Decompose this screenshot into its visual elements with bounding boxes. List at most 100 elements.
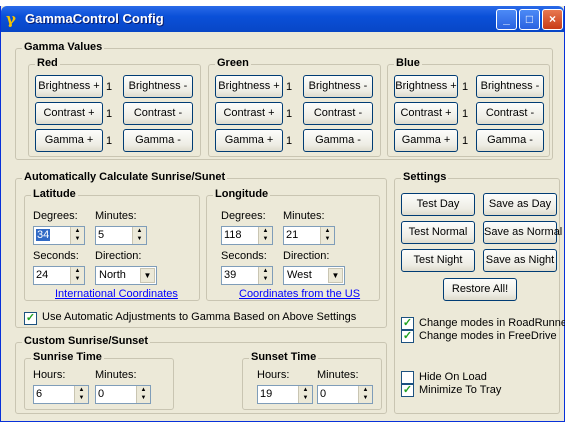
lon-seconds-label: Seconds:	[221, 250, 267, 262]
lon-seconds-value: 39	[224, 269, 237, 281]
red-group: Red Brightness + 1 Brightness - Contrast…	[28, 57, 201, 157]
lat-direction-label: Direction:	[95, 250, 142, 262]
spinner-arrows-icon[interactable]: ▲ ▼	[320, 227, 334, 244]
green-brightness-plus-button[interactable]: Brightness +	[215, 75, 283, 98]
chevron-down-icon[interactable]: ▼	[328, 268, 343, 283]
sunrise-hours-spinner[interactable]: 6 ▲ ▼	[33, 385, 89, 404]
roadrunner-label: Change modes in RoadRunner	[419, 317, 565, 329]
lon-minutes-value: 21	[286, 229, 299, 241]
lon-seconds-spinner[interactable]: 39 ▲ ▼	[221, 266, 273, 285]
restore-all-button[interactable]: Restore All!	[443, 278, 517, 301]
spinner-arrows-icon[interactable]: ▲ ▼	[70, 227, 84, 244]
lat-direction-select[interactable]: North ▼	[95, 266, 157, 285]
spinner-arrows-icon[interactable]: ▲ ▼	[136, 386, 150, 403]
save-as-normal-button[interactable]: Save as Normal	[483, 221, 562, 244]
use-auto-label: Use Automatic Adjustments to Gamma Based…	[42, 311, 357, 323]
green-gamma-minus-button[interactable]: Gamma -	[303, 129, 373, 152]
sunrise-minutes-label: Minutes:	[95, 369, 137, 381]
green-brightness-value: 1	[286, 81, 293, 93]
lon-degrees-spinner[interactable]: 118 ▲ ▼	[221, 226, 273, 245]
lat-minutes-spinner[interactable]: 5 ▲ ▼	[95, 226, 147, 245]
freedrive-checkbox[interactable]: ✓	[401, 330, 414, 343]
lat-minutes-label: Minutes:	[95, 210, 137, 222]
green-contrast-minus-button[interactable]: Contrast -	[303, 102, 373, 125]
save-as-night-button[interactable]: Save as Night	[483, 249, 557, 272]
lon-direction-select[interactable]: West ▼	[283, 266, 345, 285]
blue-gamma-plus-button[interactable]: Gamma +	[394, 129, 458, 152]
gamma-icon: γ	[6, 10, 16, 28]
settings-group: Settings Test Day Save as Day Test Norma…	[394, 171, 565, 414]
blue-contrast-minus-button[interactable]: Contrast -	[476, 102, 544, 125]
sunset-time-group: Sunset Time Hours: 19 ▲ ▼ Minutes: 0 ▲ ▼	[242, 351, 382, 410]
longitude-label: Longitude	[213, 188, 271, 200]
lat-degrees-label: Degrees:	[33, 210, 78, 222]
spinner-arrows-icon[interactable]: ▲ ▼	[74, 386, 88, 403]
red-contrast-value: 1	[106, 108, 113, 120]
green-contrast-plus-button[interactable]: Contrast +	[215, 102, 283, 125]
freedrive-label: Change modes in FreeDrive	[419, 330, 557, 342]
blue-gamma-value: 1	[462, 135, 469, 147]
test-normal-button[interactable]: Test Normal	[401, 221, 475, 244]
international-coordinates-link[interactable]: International Coordinates	[55, 288, 178, 300]
red-gamma-minus-button[interactable]: Gamma -	[123, 129, 193, 152]
blue-contrast-plus-button[interactable]: Contrast +	[394, 102, 458, 125]
lon-minutes-label: Minutes:	[283, 210, 325, 222]
config-window: γ GammaControl Config _ □ × Gamma Values…	[0, 6, 565, 422]
gamma-values-title: Gamma Values	[22, 41, 105, 53]
sunrise-hours-value: 6	[36, 388, 43, 400]
blue-contrast-value: 1	[462, 108, 469, 120]
spinner-arrows-icon[interactable]: ▲ ▼	[298, 386, 312, 403]
green-gamma-value: 1	[286, 135, 293, 147]
close-button[interactable]: ×	[542, 9, 563, 30]
minimize-to-tray-label: Minimize To Tray	[419, 384, 502, 396]
lat-degrees-spinner[interactable]: 34 ▲ ▼	[33, 226, 85, 245]
spinner-arrows-icon[interactable]: ▲ ▼	[358, 386, 372, 403]
lon-minutes-spinner[interactable]: 21 ▲ ▼	[283, 226, 335, 245]
us-coordinates-link[interactable]: Coordinates from the US	[239, 288, 360, 300]
title-bar[interactable]: γ GammaControl Config _ □ ×	[1, 6, 564, 32]
green-brightness-minus-button[interactable]: Brightness -	[303, 75, 373, 98]
green-contrast-value: 1	[286, 108, 293, 120]
red-brightness-minus-button[interactable]: Brightness -	[123, 75, 193, 98]
sunset-minutes-spinner[interactable]: 0 ▲ ▼	[317, 385, 373, 404]
blue-brightness-plus-button[interactable]: Brightness +	[394, 75, 458, 98]
red-label: Red	[35, 57, 60, 69]
blue-brightness-minus-button[interactable]: Brightness -	[476, 75, 544, 98]
sunrise-time-label: Sunrise Time	[31, 351, 104, 363]
sunrise-hours-label: Hours:	[33, 369, 66, 381]
red-contrast-minus-button[interactable]: Contrast -	[123, 102, 193, 125]
hide-on-load-checkbox[interactable]	[401, 371, 414, 384]
lon-degrees-label: Degrees:	[221, 210, 266, 222]
roadrunner-checkbox[interactable]: ✓	[401, 317, 414, 330]
sunrise-minutes-spinner[interactable]: 0 ▲ ▼	[95, 385, 151, 404]
lat-seconds-label: Seconds:	[33, 250, 79, 262]
custom-title: Custom Sunrise/Sunset	[22, 335, 151, 347]
chevron-down-icon[interactable]: ▼	[140, 268, 155, 283]
blue-group: Blue Brightness + 1 Brightness - Contras…	[387, 57, 550, 157]
minimize-to-tray-checkbox[interactable]: ✓	[401, 384, 414, 397]
red-gamma-plus-button[interactable]: Gamma +	[35, 129, 103, 152]
green-gamma-plus-button[interactable]: Gamma +	[215, 129, 283, 152]
sunrise-minutes-value: 0	[98, 388, 105, 400]
minimize-button[interactable]: _	[496, 9, 517, 30]
lat-degrees-value: 34	[36, 229, 51, 241]
latitude-label: Latitude	[31, 188, 78, 200]
longitude-group: Longitude Degrees: 118 ▲ ▼ Minutes: 21 ▲ ▼ S…	[206, 188, 380, 301]
spinner-arrows-icon[interactable]: ▲ ▼	[70, 267, 84, 284]
lat-minutes-value: 5	[98, 229, 105, 241]
sunset-hours-spinner[interactable]: 19 ▲ ▼	[257, 385, 313, 404]
red-contrast-plus-button[interactable]: Contrast +	[35, 102, 103, 125]
test-night-button[interactable]: Test Night	[401, 249, 475, 272]
red-brightness-plus-button[interactable]: Brightness +	[35, 75, 103, 98]
use-auto-checkbox[interactable]: ✓	[24, 312, 37, 325]
save-as-day-button[interactable]: Save as Day	[483, 193, 557, 216]
maximize-button[interactable]: □	[519, 9, 540, 30]
lat-seconds-spinner[interactable]: 24 ▲ ▼	[33, 266, 85, 285]
blue-gamma-minus-button[interactable]: Gamma -	[476, 129, 544, 152]
lon-degrees-value: 118	[224, 229, 242, 241]
spinner-arrows-icon[interactable]: ▲ ▼	[258, 227, 272, 244]
test-day-button[interactable]: Test Day	[401, 193, 475, 216]
spinner-arrows-icon[interactable]: ▲ ▼	[132, 227, 146, 244]
spinner-arrows-icon[interactable]: ▲ ▼	[258, 267, 272, 284]
auto-calc-group: Automatically Calculate Sunrise/Sunet La…	[15, 171, 387, 328]
